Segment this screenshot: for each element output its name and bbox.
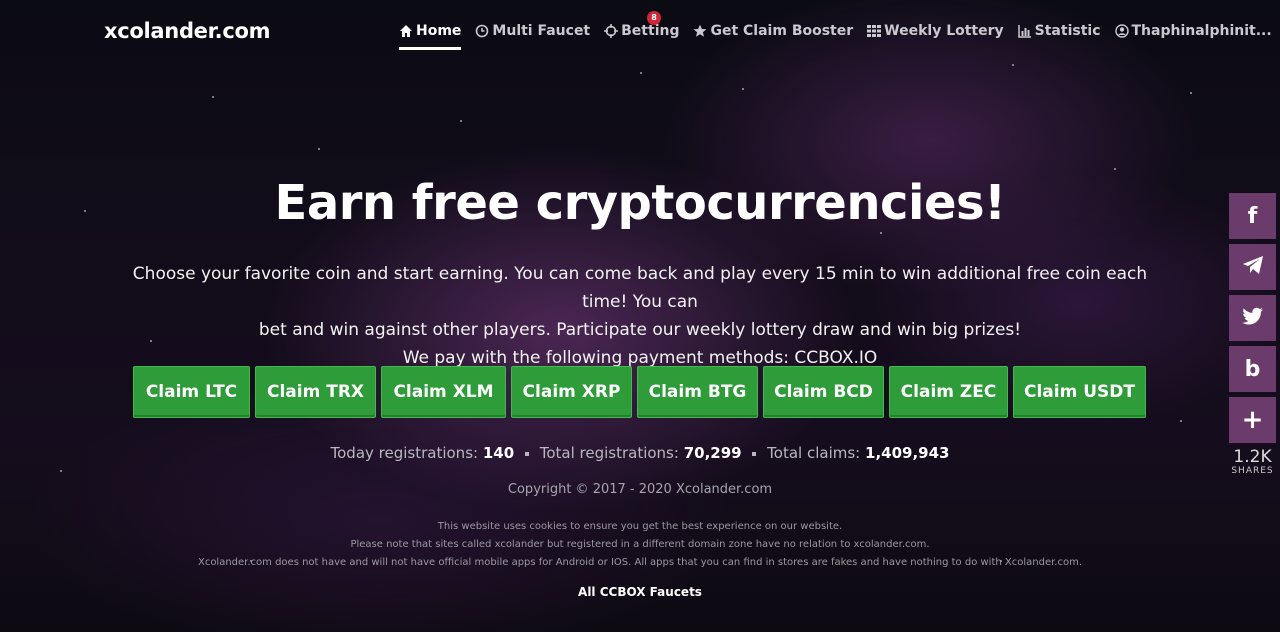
registration-stats: Today registrations: 140 Total registrat… [0,444,1280,462]
today-registrations-value: 140 [482,444,515,462]
claim-btg-button[interactable]: Claim BTG [637,366,758,418]
nav-claim-booster[interactable]: Get Claim Booster [693,23,853,39]
user-icon [1114,24,1129,38]
share-telegram-button[interactable] [1229,244,1276,290]
apps-note: Xcolander.com does not have and will not… [197,557,1083,568]
nav-weekly-lottery[interactable]: Weekly Lottery [867,23,1004,39]
total-registrations-label: Total registrations: [539,444,679,462]
claim-bcd-button[interactable]: Claim BCD [763,366,884,418]
cookie-note: This website uses cookies to ensure you … [437,521,843,532]
vk-b-icon: b [1244,356,1261,382]
betting-badge: 8 [647,11,661,25]
hero-line-2: bet and win against other players. Parti… [258,320,1022,340]
claim-zec-button[interactable]: Claim ZEC [889,366,1008,418]
share-facebook-button[interactable]: f [1229,193,1276,239]
crosshair-icon [604,24,619,38]
separator-dot [752,451,757,456]
nav-statistic[interactable]: Statistic [1017,23,1101,39]
nav-multi-faucet-label: Multi Faucet [492,23,591,39]
claim-xrp-button[interactable]: Claim XRP [511,366,632,418]
twitter-icon [1241,307,1264,329]
share-more-button[interactable]: + [1229,397,1276,443]
telegram-icon [1242,255,1264,279]
claim-trx-button[interactable]: Claim TRX [255,366,376,418]
nav-multi-faucet[interactable]: Multi Faucet [475,23,590,39]
home-icon [399,24,413,38]
nav-statistic-label: Statistic [1034,23,1101,39]
claim-xlm-button[interactable]: Claim XLM [381,366,506,418]
facebook-icon: f [1247,203,1258,229]
top-header: xcolander.com Home Multi Faucet Betting … [0,0,1280,62]
nav-betting[interactable]: Betting [604,23,679,39]
nav-betting-label: Betting [621,23,680,39]
total-claims-value: 1,409,943 [865,444,950,462]
main-nav: Home Multi Faucet Betting Get Claim Boos… [399,11,1280,50]
total-claims-label: Total claims: [767,444,861,462]
hero-title: Earn free cryptocurrencies! [274,175,1006,231]
total-registrations-value: 70,299 [683,444,742,462]
claim-buttons: Claim LTC Claim TRX Claim XLM Claim XRP … [133,366,1146,418]
star-icon [693,24,707,38]
today-registrations-label: Today registrations: [330,444,479,462]
share-bar: f b + 1.2K SHARES [1229,193,1276,476]
nav-weekly-lottery-label: Weekly Lottery [884,23,1004,39]
share-vk-button[interactable]: b [1229,346,1276,392]
nav-user-label: Thaphinalphinit... [1131,23,1272,39]
copyright: Copyright © 2017 - 2020 Xcolander.com [507,482,773,497]
share-twitter-button[interactable] [1229,295,1276,341]
site-logo[interactable]: xcolander.com [104,19,271,43]
nav-home-label: Home [416,23,462,39]
all-faucets-link[interactable]: All CCBOX Faucets [0,585,1280,599]
claim-usdt-button[interactable]: Claim USDT [1013,366,1146,418]
grid-icon [867,24,882,38]
nav-claim-booster-label: Get Claim Booster [710,23,854,39]
footer-notes: This website uses cookies to ensure you … [0,518,1280,572]
nav-home[interactable]: Home [399,23,462,50]
share-count: 1.2K [1233,447,1272,467]
hero-line-1: Choose your favorite coin and start earn… [132,264,1148,312]
clock-icon [475,24,489,38]
bar-chart-icon [1017,24,1032,38]
domain-note: Please note that sites called xcolander … [350,539,930,550]
nav-user-account[interactable]: Thaphinalphinit... [1114,23,1272,39]
share-label: SHARES [1231,466,1274,476]
hero-description: Choose your favorite coin and start earn… [120,260,1160,372]
claim-ltc-button[interactable]: Claim LTC [133,366,250,418]
separator-dot [524,451,529,456]
plus-icon: + [1241,405,1264,435]
